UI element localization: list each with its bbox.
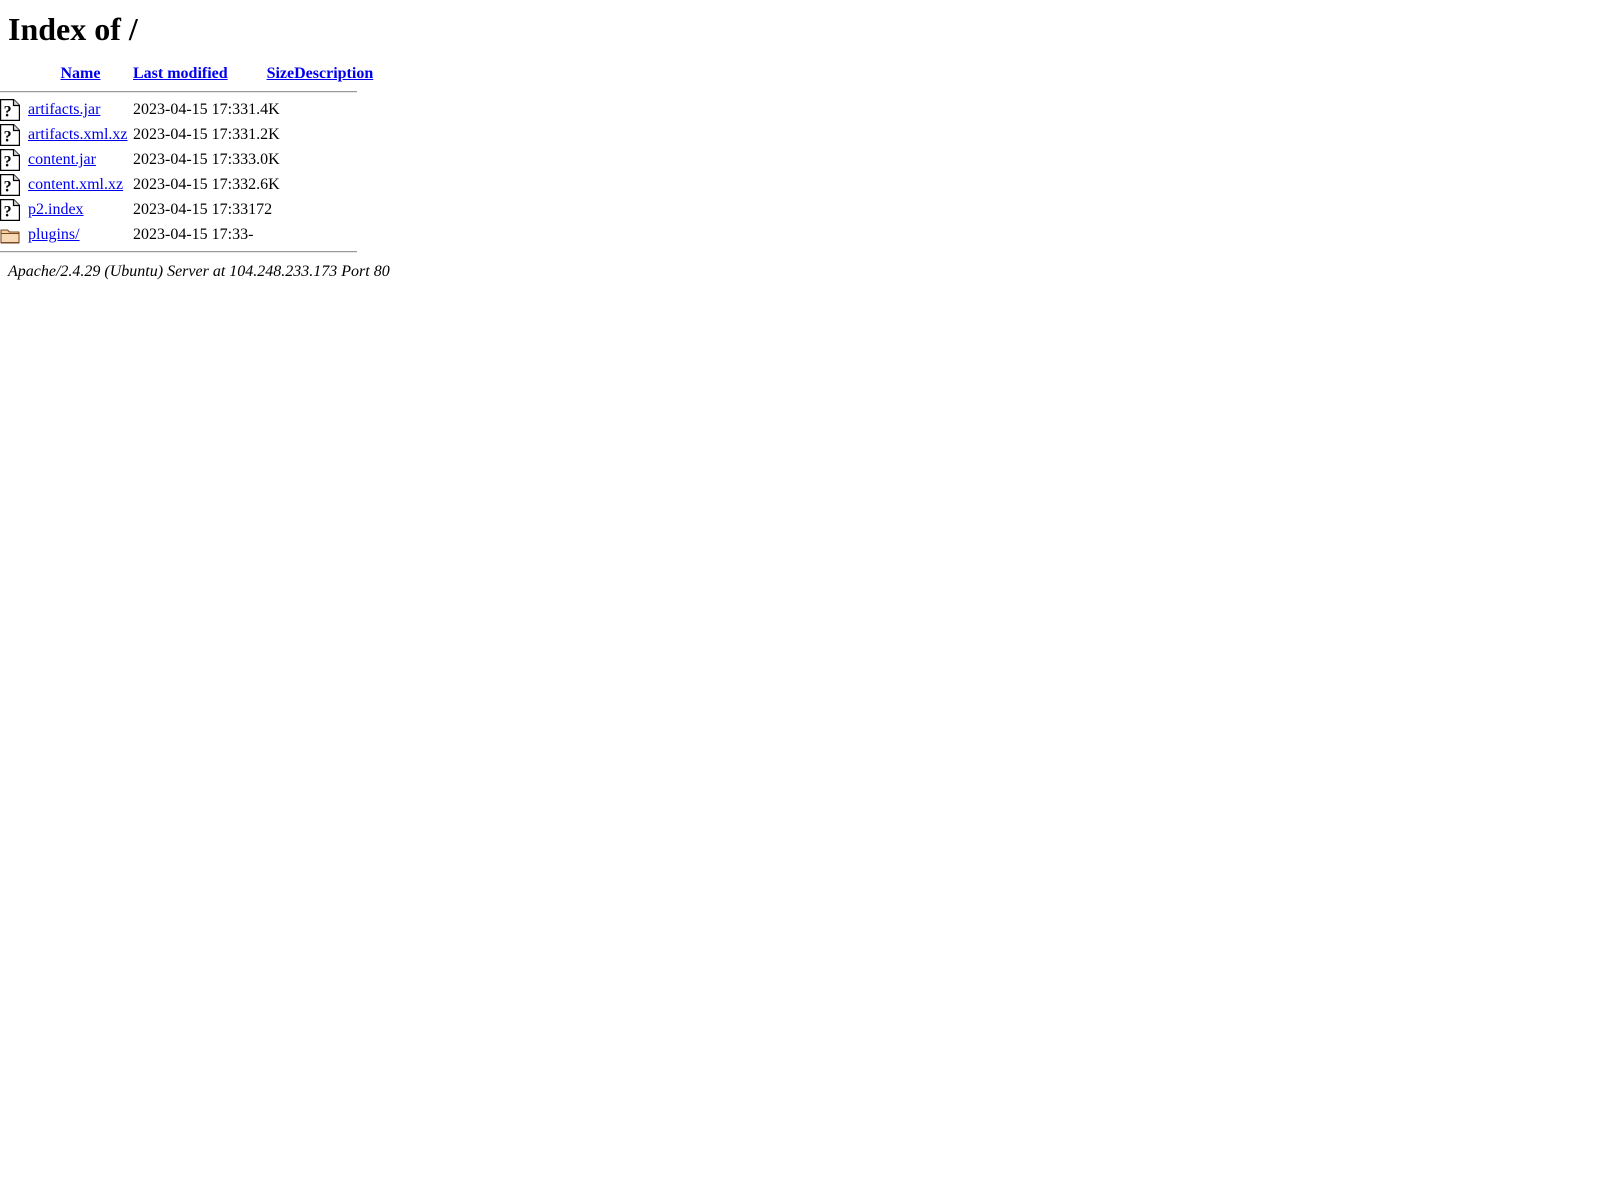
column-header-size: Size [248, 61, 295, 87]
entry-link[interactable]: p2.index [28, 201, 84, 218]
row-last-modified-cell: 2023-04-15 17:33 [133, 101, 249, 118]
header-divider-cell [0, 87, 374, 97]
row-size-cell: 1.4K [248, 101, 280, 118]
row-last-modified-cell: 2023-04-15 17:33 [133, 226, 249, 243]
unknown-file-icon: ? [0, 149, 20, 172]
column-header-icon [0, 61, 28, 87]
row-description-cell [294, 172, 374, 197]
row-icon-cell [0, 222, 28, 247]
row-description-cell [294, 147, 374, 172]
svg-text:?: ? [4, 104, 12, 121]
row-description-cell [294, 197, 374, 222]
row-icon-cell: ? [0, 122, 28, 147]
unknown-file-icon: ? [0, 99, 20, 122]
table-header-row: Name Last modified Size Description [0, 61, 374, 87]
svg-text:?: ? [4, 204, 12, 221]
row-icon-cell: ? [0, 97, 28, 122]
horizontal-rule-top [0, 91, 357, 93]
row-size-cell: 172 [248, 201, 273, 218]
row-last-modified-cell: 2023-04-15 17:33 [133, 176, 249, 193]
table-row: ? content.xml.xz 2023-04-15 17:33 2.6K [0, 172, 374, 197]
row-name-cell: content.xml.xz [28, 172, 133, 197]
footer-divider-row [0, 247, 374, 257]
row-size-cell: 3.0K [248, 151, 280, 168]
directory-listing-table: Name Last modified Size Description ? art… [0, 61, 374, 257]
row-icon-cell: ? [0, 197, 28, 222]
row-size-cell: - [248, 226, 254, 243]
row-size-cell: 2.6K [248, 176, 280, 193]
table-row: ? artifacts.jar 2023-04-15 17:33 1.4K [0, 97, 374, 122]
table-header: Name Last modified Size Description [0, 61, 374, 97]
unknown-file-icon: ? [0, 199, 20, 222]
row-icon-cell: ? [0, 147, 28, 172]
row-icon-cell: ? [0, 172, 28, 197]
row-last-modified-cell: 2023-04-15 17:33 [133, 151, 249, 168]
row-description-cell [294, 222, 374, 247]
table-row: plugins/2023-04-15 17:33- [0, 222, 374, 247]
table-row: ? artifacts.xml.xz 2023-04-15 17:33 1.2K [0, 122, 374, 147]
svg-text:?: ? [4, 129, 12, 146]
row-name-cell: artifacts.jar [28, 97, 133, 122]
server-signature: Apache/2.4.29 (Ubuntu) Server at 104.248… [8, 263, 390, 280]
sort-by-date-link[interactable]: Last modified [133, 65, 228, 82]
row-name-cell: content.jar [28, 147, 133, 172]
sort-by-size-link[interactable]: Size [267, 65, 295, 82]
row-name-cell: p2.index [28, 197, 133, 222]
entry-link[interactable]: artifacts.jar [28, 101, 100, 118]
row-last-modified-cell: 2023-04-15 17:33 [133, 201, 249, 218]
header-divider-row [0, 87, 374, 97]
row-description-cell [294, 122, 374, 147]
page-title: Index of / [8, 11, 138, 47]
entry-link[interactable]: content.jar [28, 151, 96, 168]
unknown-file-icon: ? [0, 174, 20, 197]
column-header-name: Name [28, 61, 133, 87]
row-last-modified-cell: 2023-04-15 17:33 [133, 126, 249, 143]
footer-divider-cell [0, 247, 374, 257]
directory-index-page: Index of / Name Last modified Size Descr… [0, 0, 1600, 282]
column-header-description: Description [294, 61, 374, 87]
column-header-last-modified: Last modified [133, 61, 248, 87]
entry-link[interactable]: artifacts.xml.xz [28, 126, 128, 143]
svg-text:?: ? [4, 154, 12, 171]
table-body: ? artifacts.jar 2023-04-15 17:33 1.4K? artif… [0, 97, 374, 247]
horizontal-rule-bottom [0, 251, 357, 253]
row-name-cell: plugins/ [28, 222, 133, 247]
svg-text:?: ? [4, 179, 12, 196]
sort-by-name-link[interactable]: Name [61, 65, 101, 82]
entry-link[interactable]: content.xml.xz [28, 176, 123, 193]
table-footer [0, 247, 374, 257]
unknown-file-icon: ? [0, 124, 20, 147]
folder-icon [0, 224, 20, 246]
row-description-cell [294, 97, 374, 122]
sort-by-description-link[interactable]: Description [294, 65, 373, 82]
table-row: ? content.jar 2023-04-15 17:33 3.0K [0, 147, 374, 172]
row-name-cell: artifacts.xml.xz [28, 122, 133, 147]
table-row: ? p2.index 2023-04-15 17:33 172 [0, 197, 374, 222]
row-size-cell: 1.2K [248, 126, 280, 143]
entry-link[interactable]: plugins/ [28, 226, 80, 243]
